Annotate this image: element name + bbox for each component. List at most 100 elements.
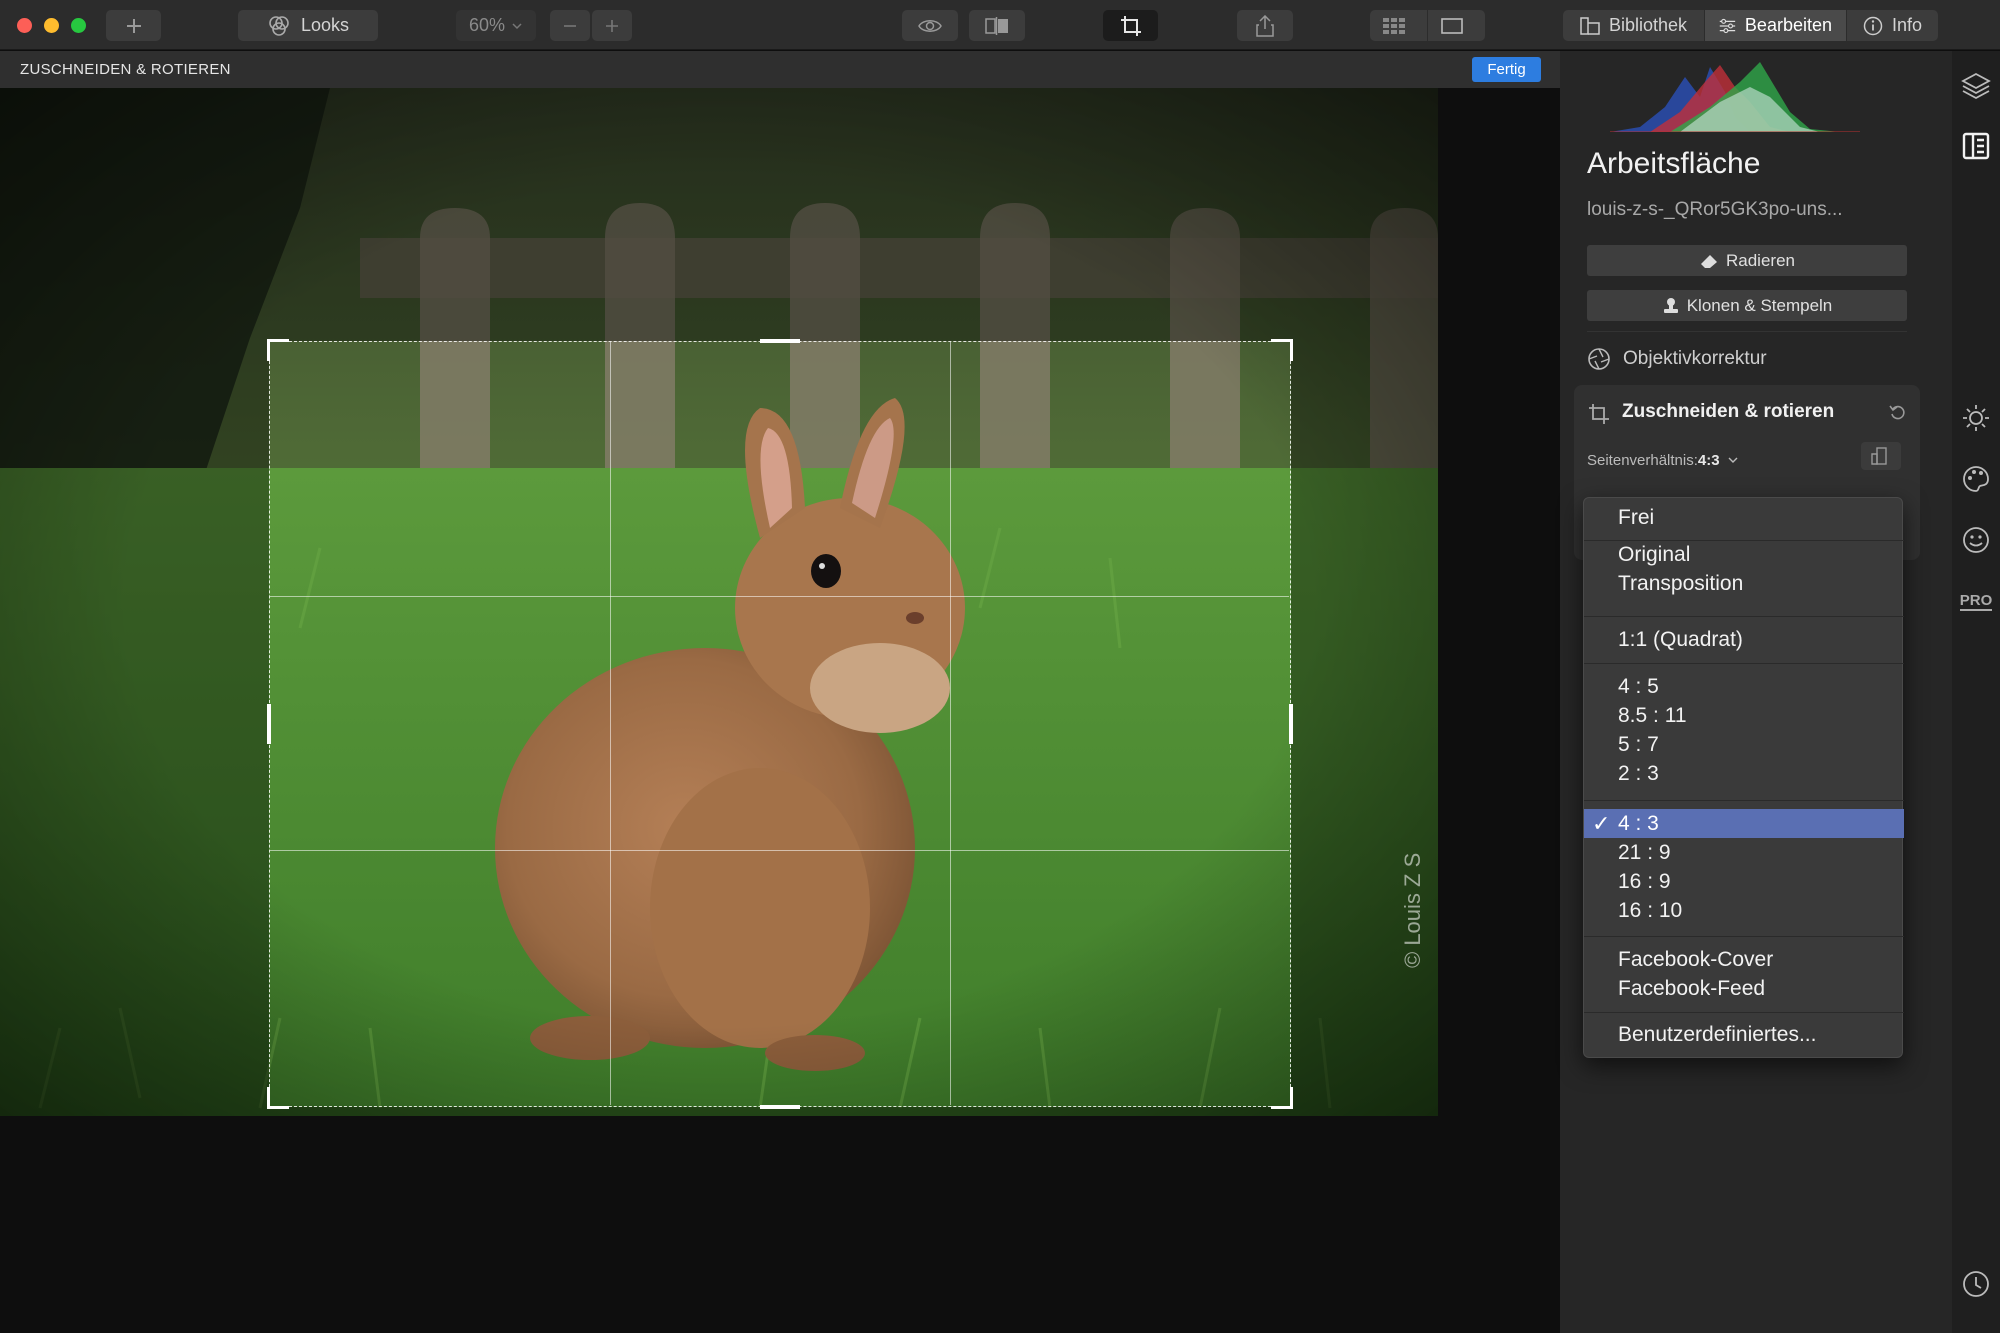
layers-icon [1961, 72, 1991, 100]
portrait-tools-button[interactable] [1961, 525, 1991, 555]
add-button[interactable] [106, 10, 161, 41]
photo-watermark: © Louis Z S [1400, 852, 1425, 968]
crop-grid-line [950, 342, 951, 1105]
aspect-ratio-select[interactable]: Seitenverhältnis:4:3 [1587, 452, 1738, 469]
crop-corner-handle[interactable] [267, 1087, 289, 1109]
share-button[interactable] [1237, 10, 1293, 41]
crop-icon [1589, 404, 1609, 424]
minimize-window-button[interactable] [44, 18, 59, 33]
menu-item-label: 16 : 9 [1618, 869, 1671, 893]
canvas-icon [1962, 132, 1990, 160]
aspect-ratio-value: 4:3 [1697, 452, 1720, 469]
looks-button[interactable]: Looks [238, 10, 378, 41]
menu-item-16-10[interactable]: 16 : 10 [1584, 896, 1904, 925]
menu-item-facebook-cover[interactable]: Facebook-Cover [1584, 945, 1904, 974]
crop-corner-handle[interactable] [1271, 339, 1293, 361]
crop-edge-handle[interactable] [267, 704, 271, 744]
menu-item-label: 4 : 5 [1618, 674, 1659, 698]
menu-item-8-5-11[interactable]: 8.5 : 11 [1584, 701, 1904, 730]
menu-item-label: 4 : 3 [1618, 811, 1659, 835]
crop-frame[interactable] [267, 339, 1293, 1109]
menu-item-label: 8.5 : 11 [1618, 703, 1687, 727]
preview-button[interactable] [902, 10, 958, 41]
orientation-button[interactable] [1861, 442, 1901, 470]
chevron-down-icon [1728, 457, 1738, 463]
crop-edge-handle[interactable] [760, 1105, 800, 1109]
menu-divider [1584, 800, 1904, 801]
plus-icon [606, 19, 618, 32]
chevron-down-icon [512, 22, 522, 29]
menu-item-square[interactable]: 1:1 (Quadrat) [1584, 625, 1904, 654]
tab-library[interactable]: Bibliothek [1563, 10, 1705, 41]
menu-item-21-9[interactable]: 21 : 9 [1584, 838, 1904, 867]
menu-item-4-5[interactable]: 4 : 5 [1584, 672, 1904, 701]
erase-button[interactable]: Radieren [1587, 245, 1907, 276]
crop-corner-handle[interactable] [267, 339, 289, 361]
menu-item-4-3[interactable]: ✓ 4 : 3 [1584, 809, 1904, 838]
palette-icon [1963, 466, 1989, 492]
tab-info[interactable]: Info [1847, 10, 1938, 41]
close-window-button[interactable] [17, 18, 32, 33]
image-canvas: © Louis Z S [0, 88, 1560, 1333]
zoom-value: 60% [468, 15, 506, 35]
file-name: louis-z-s-_QRor5GK3po-uns... [1587, 199, 1843, 220]
done-button[interactable]: Fertig [1472, 57, 1541, 82]
looks-label: Looks [300, 15, 350, 35]
menu-item-facebook-feed[interactable]: Facebook-Feed [1584, 974, 1904, 1003]
compare-button[interactable] [969, 10, 1025, 41]
crop-icon [1120, 15, 1141, 36]
menu-item-5-7[interactable]: 5 : 7 [1584, 730, 1904, 759]
menu-group: 1:1 (Quadrat) [1584, 625, 1904, 654]
edit-label: Bearbeiten [1744, 15, 1832, 35]
light-tools-button[interactable] [1961, 403, 1991, 433]
toolbar: Looks 60% Bibliothek Bearbeiten Info [0, 0, 2000, 50]
zoom-out-button[interactable] [550, 10, 590, 41]
lens-correction-row[interactable]: Objektivkorrektur [1587, 347, 1767, 371]
histogram [1610, 62, 1860, 132]
menu-group: ✓ 4 : 3 21 : 9 16 : 9 16 : 10 [1584, 809, 1904, 925]
single-view-button[interactable] [1428, 10, 1485, 41]
menu-item-label: Facebook-Cover [1618, 947, 1774, 971]
menu-group: Original Transposition [1584, 540, 1904, 598]
crop-grid-line [270, 596, 1289, 597]
pro-tools-button[interactable]: PRO [1959, 587, 1993, 617]
maximize-window-button[interactable] [71, 18, 86, 33]
canvas-tools-button[interactable] [1961, 131, 1991, 161]
clone-stamp-button[interactable]: Klonen & Stempeln [1587, 290, 1907, 321]
history-button[interactable] [1961, 1269, 1991, 1299]
view-mode-segment [1370, 10, 1485, 41]
crop-grid-line [610, 342, 611, 1105]
crop-corner-handle[interactable] [1271, 1087, 1293, 1109]
menu-item-label: Original [1618, 542, 1691, 566]
grid-view-button[interactable] [1370, 10, 1428, 41]
pro-icon: PRO [1959, 592, 1993, 611]
menu-item-16-9[interactable]: 16 : 9 [1584, 867, 1904, 896]
menu-item-custom[interactable]: Benutzerdefiniertes... [1584, 1020, 1904, 1049]
info-icon [1863, 16, 1883, 35]
crop-edge-handle[interactable] [760, 339, 800, 343]
crop-edge-handle[interactable] [1289, 704, 1293, 744]
crop-tool-button[interactable] [1103, 10, 1158, 41]
tab-edit[interactable]: Bearbeiten [1705, 10, 1847, 41]
aspect-ratio-label: Seitenverhältnis: [1587, 452, 1698, 469]
share-icon [1256, 14, 1274, 37]
eraser-icon [1701, 254, 1717, 268]
zoom-select[interactable]: 60% [456, 10, 536, 41]
menu-item-label: Transposition [1618, 571, 1744, 595]
checkmark-icon: ✓ [1592, 810, 1611, 836]
menu-item-original[interactable]: Original [1584, 540, 1904, 569]
compare-icon [985, 16, 1008, 35]
menu-item-2-3[interactable]: 2 : 3 [1584, 759, 1904, 788]
menu-item-transposition[interactable]: Transposition [1584, 569, 1904, 598]
menu-item-free[interactable]: Frei [1584, 503, 1904, 532]
aperture-icon [1588, 348, 1610, 370]
layers-button[interactable] [1961, 71, 1991, 101]
sliders-icon [1719, 18, 1736, 33]
looks-icon [269, 15, 289, 36]
menu-item-label: Facebook-Feed [1618, 976, 1766, 1000]
color-tools-button[interactable] [1961, 464, 1991, 494]
zoom-in-button[interactable] [592, 10, 632, 41]
reset-icon[interactable] [1888, 403, 1908, 423]
library-icon [1580, 16, 1600, 35]
history-icon [1963, 1271, 1989, 1297]
